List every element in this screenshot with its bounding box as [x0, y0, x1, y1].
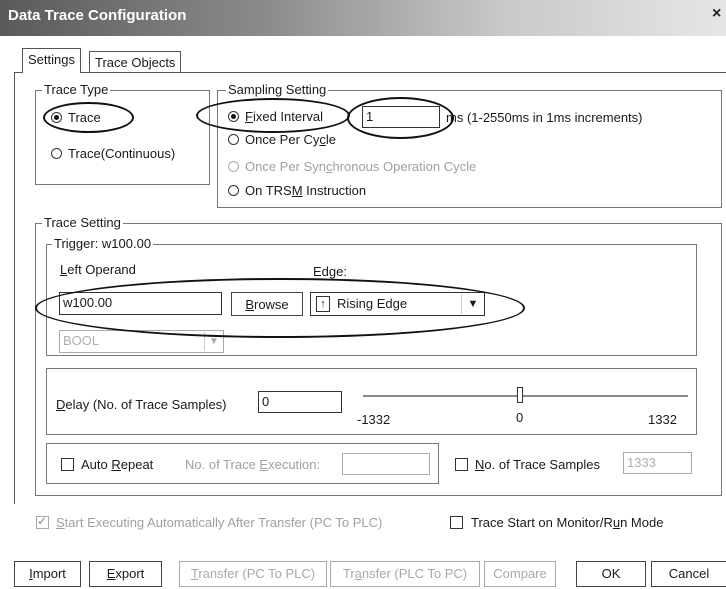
fixed-interval-label: Fixed Interval: [245, 109, 324, 124]
edge-select[interactable]: ↑ Rising Edge ▼: [310, 292, 485, 316]
edge-select-value: Rising Edge: [337, 296, 408, 311]
trsm-label: On TRSM Instruction: [245, 183, 367, 198]
ok-button[interactable]: OK: [576, 561, 646, 587]
trace-samples-label: No. of Trace Samples: [475, 457, 601, 472]
trace-execution-label: No. of Trace Execution:: [185, 457, 321, 472]
edge-label: Edge:: [313, 264, 347, 279]
interval-hint: ms (1-2550ms in 1ms increments): [446, 110, 643, 125]
once-per-cycle-label: Once Per Cycle: [245, 132, 337, 147]
trace-radio-label: Trace: [68, 110, 101, 125]
slider-max-label: 1332: [648, 412, 677, 427]
sampling-setting-legend: Sampling Setting: [226, 82, 329, 97]
slider-mid-label: 0: [516, 410, 524, 425]
once-per-cycle-radio[interactable]: [228, 134, 239, 145]
monitor-run-checkbox[interactable]: [450, 516, 463, 529]
chevron-down-icon: ▼: [204, 332, 223, 351]
auto-repeat-checkbox[interactable]: [61, 458, 74, 471]
trace-continuous-label: Trace(Continuous): [68, 146, 176, 161]
data-type-value: BOOL: [63, 333, 100, 348]
data-type-select[interactable]: BOOL ▼: [59, 330, 224, 353]
sync-cycle-radio[interactable]: [228, 161, 239, 172]
tab-settings[interactable]: Settings: [22, 48, 81, 73]
trace-radio[interactable]: [51, 112, 62, 123]
delay-input[interactable]: 0: [258, 391, 342, 413]
up-arrow-icon: ↑: [316, 296, 330, 312]
transfer-from-plc-button[interactable]: Transfer (PLC To PC): [330, 561, 480, 587]
close-icon[interactable]: ×: [712, 5, 721, 23]
tab-trace-objects[interactable]: Trace Objects: [89, 51, 182, 73]
slider-min-label: -1332: [357, 412, 391, 427]
start-auto-label: Start Executing Automatically After Tran…: [56, 515, 383, 530]
tab-trace-objects-label: Trace Objects: [95, 55, 176, 70]
left-operand-label: Left Operand: [60, 262, 136, 277]
left-operand-input[interactable]: w100.00: [59, 292, 222, 315]
compare-button[interactable]: Compare: [484, 561, 556, 587]
trace-samples-input[interactable]: 1333: [623, 452, 692, 474]
delay-slider-track[interactable]: [363, 395, 688, 397]
interval-input[interactable]: 1: [362, 106, 440, 128]
window-title: Data Trace Configuration: [8, 7, 187, 24]
fixed-interval-radio[interactable]: [228, 111, 239, 122]
monitor-run-label: Trace Start on Monitor/Run Mode: [471, 515, 664, 530]
trace-continuous-radio[interactable]: [51, 148, 62, 159]
cancel-button[interactable]: Cancel: [651, 561, 726, 587]
trsm-radio[interactable]: [228, 185, 239, 196]
trace-execution-input[interactable]: [342, 453, 430, 475]
sync-cycle-label: Once Per Synchronous Operation Cycle: [245, 159, 477, 174]
export-button[interactable]: Export: [89, 561, 162, 587]
transfer-to-plc-button[interactable]: Transfer (PC To PLC): [179, 561, 327, 587]
trigger-legend: Trigger: w100.00: [52, 236, 154, 251]
tab-settings-label: Settings: [28, 52, 75, 67]
delay-slider-thumb[interactable]: [517, 387, 523, 403]
trace-setting-legend: Trace Setting: [42, 215, 123, 230]
chevron-down-icon[interactable]: ▼: [461, 294, 484, 314]
import-button[interactable]: Import: [14, 561, 81, 587]
trace-samples-checkbox[interactable]: [455, 458, 468, 471]
trace-type-group: [35, 90, 210, 185]
browse-button[interactable]: Browse: [231, 292, 303, 316]
auto-repeat-label: Auto Repeat: [81, 457, 154, 472]
check-mark-icon: ✓: [37, 514, 48, 528]
delay-label: Delay (No. of Trace Samples): [56, 397, 227, 412]
title-bar: Data Trace Configuration ×: [0, 0, 726, 36]
start-auto-checkbox[interactable]: ✓: [36, 514, 49, 529]
trace-type-legend: Trace Type: [42, 82, 111, 97]
